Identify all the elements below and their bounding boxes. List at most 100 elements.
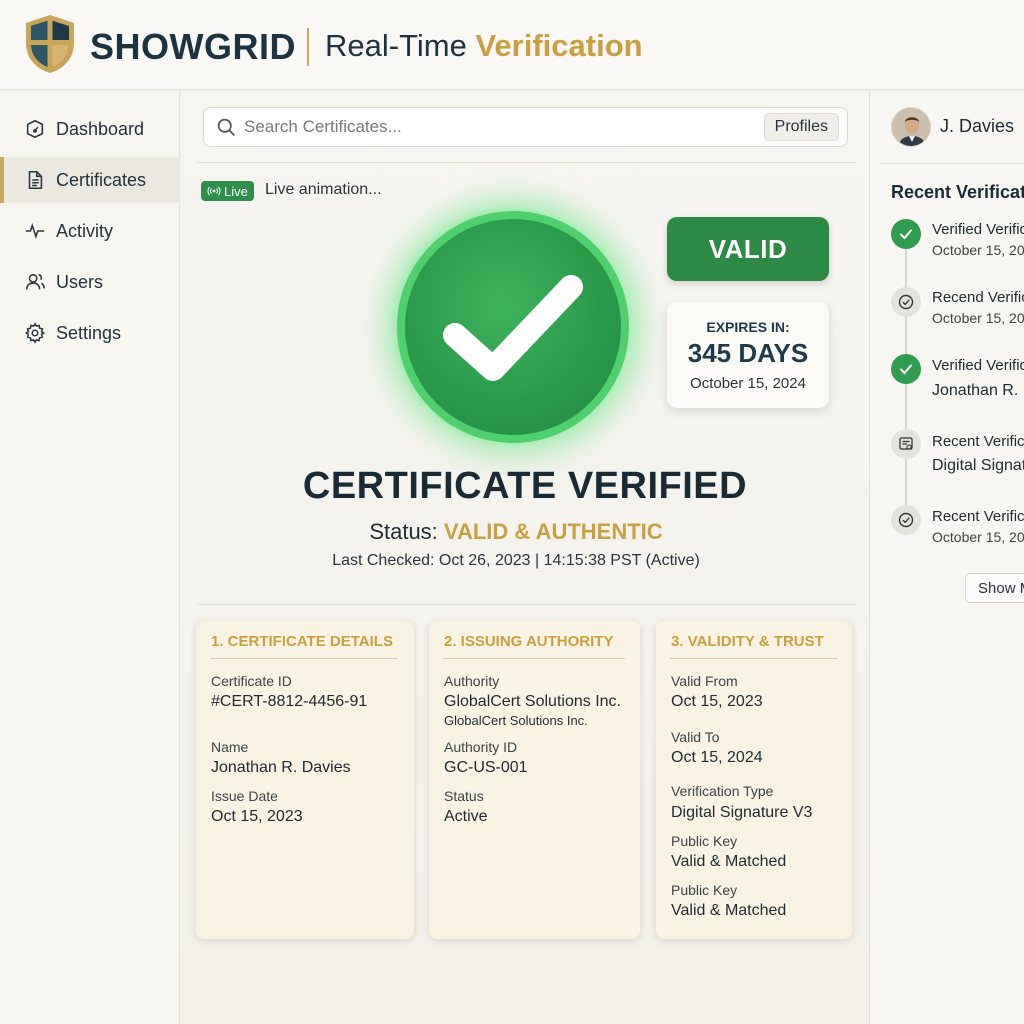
status-value: VALID & AUTHENTIC — [443, 519, 663, 544]
public-key-value: Valid & Matched — [671, 853, 787, 870]
live-badge: Live — [201, 181, 254, 201]
expiry-date: October 15, 2024 — [690, 375, 806, 392]
show-more-button[interactable]: Show More — [965, 573, 1024, 603]
field-label: Public Key — [671, 833, 738, 849]
sidebar-item-users[interactable]: Users — [0, 259, 180, 305]
timeline-item-title[interactable]: Verified Verification — [932, 221, 1024, 238]
check-badge-icon — [891, 505, 921, 535]
search-icon — [217, 118, 235, 136]
check-circle-icon — [891, 354, 921, 384]
sidebar-item-label: Activity — [56, 220, 114, 241]
app-header: SHOWGRID Real-Time Verification — [0, 0, 1024, 90]
document-icon — [28, 170, 43, 190]
field-label: Status — [444, 788, 484, 804]
public-key-value: Valid & Matched — [671, 902, 787, 919]
right-panel: J. Davies Recent Verifications Verified … — [869, 91, 1024, 1024]
divider — [197, 162, 857, 163]
name-value: Jonathan R. Davies — [211, 759, 351, 776]
certificate-id-value: #CERT-8812-4456-91 — [211, 693, 368, 710]
brand-subtitle-plain: Real-Time — [325, 28, 467, 63]
expiry-label: EXPIRES IN: — [706, 319, 790, 335]
live-animation-text: Live animation... — [265, 181, 382, 198]
certificate-verified-title: CERTIFICATE VERIFIED — [302, 465, 748, 507]
status-line: Status: VALID & AUTHENTIC — [181, 519, 851, 545]
verified-check-badge — [397, 211, 629, 443]
avatar[interactable] — [891, 107, 931, 147]
sidebar: Dashboard Certificates Activity Users Se… — [0, 91, 180, 1024]
sidebar-item-settings[interactable]: Settings — [0, 310, 180, 356]
main-content: Profiles Live Live animation... VALID EX… — [181, 91, 869, 1024]
divider — [880, 163, 1024, 164]
users-icon — [25, 273, 45, 290]
divider — [197, 604, 857, 605]
recent-verifications-title: Recent Verifications — [891, 182, 1024, 202]
sidebar-item-label: Users — [56, 271, 104, 292]
check-circle-icon — [891, 219, 921, 249]
verification-type-value: Digital Signature V3 — [671, 804, 813, 821]
timeline-item-title[interactable]: Recent Verification — [932, 433, 1024, 450]
card-title: 1. CERTIFICATE DETAILS — [211, 633, 393, 650]
issue-date-value: Oct 15, 2023 — [211, 808, 303, 825]
brand-subtitle: Real-Time Verification — [325, 28, 643, 64]
brand-name: SHOWGRID — [90, 26, 296, 67]
checkmark-icon — [443, 275, 583, 381]
timeline-item-title[interactable]: Recend Verification — [932, 289, 1024, 306]
field-label: Certificate ID — [211, 673, 292, 689]
search-bar: Profiles — [203, 107, 848, 147]
shield-logo-icon[interactable] — [22, 13, 78, 75]
authority-status-value: Active — [444, 808, 488, 825]
certificate-icon — [891, 429, 921, 459]
sidebar-item-label: Settings — [56, 322, 122, 343]
timeline-item-date: October 15, 2024 — [932, 310, 1024, 326]
sidebar-item-activity[interactable]: Activity — [0, 208, 180, 254]
card-divider — [670, 658, 838, 659]
activity-pulse-icon — [25, 223, 45, 239]
timeline-item-subtitle: Digital Signature — [932, 457, 1024, 474]
last-checked-text: Last Checked: Oct 26, 2023 | 14:15:38 PS… — [332, 552, 700, 569]
gear-icon — [24, 322, 46, 344]
sidebar-item-label: Certificates — [56, 169, 147, 190]
timeline-item-date: October 15, 2024 — [932, 242, 1024, 258]
search-input[interactable] — [244, 113, 754, 141]
authority-id-value: GC-US-001 — [444, 759, 528, 776]
validity-trust-card: 3. VALIDITY & TRUST Valid From Oct 15, 2… — [656, 621, 852, 939]
brand-subtitle-accent: Verification — [475, 28, 643, 63]
valid-status-badge: VALID — [667, 217, 829, 281]
card-divider — [443, 658, 625, 659]
timeline-item-date: October 15, 2024 — [932, 529, 1024, 545]
sidebar-item-certificates[interactable]: Certificates — [0, 157, 180, 203]
issuing-authority-card: 2. ISSUING AUTHORITY Authority GlobalCer… — [429, 621, 640, 939]
sidebar-item-dashboard[interactable]: Dashboard — [0, 106, 180, 152]
live-badge-label: Live — [224, 183, 248, 199]
user-name[interactable]: J. Davies — [940, 116, 1014, 137]
field-label: Public Key — [671, 882, 738, 898]
dashboard-gauge-icon — [26, 119, 44, 139]
brand-divider — [307, 28, 309, 66]
field-label: Valid From — [671, 673, 738, 689]
status-prefix: Status: — [369, 519, 438, 544]
field-label: Issue Date — [211, 788, 278, 804]
card-title: 3. VALIDITY & TRUST — [671, 633, 824, 650]
profiles-button[interactable]: Profiles — [763, 113, 839, 141]
expiry-card: EXPIRES IN: 345 DAYS October 15, 2024 — [667, 302, 829, 408]
field-label: Valid To — [671, 729, 720, 745]
field-label: Authority ID — [444, 739, 518, 755]
valid-from-value: Oct 15, 2023 — [671, 693, 763, 710]
authority-value: GlobalCert Solutions Inc. — [444, 693, 621, 710]
broadcast-icon — [207, 186, 221, 196]
field-label: Verification Type — [671, 783, 774, 799]
certificate-details-card: 1. CERTIFICATE DETAILS Certificate ID #C… — [196, 621, 414, 939]
timeline-item-title[interactable]: Recent Verification — [932, 508, 1024, 525]
sidebar-item-label: Dashboard — [56, 118, 145, 139]
valid-to-value: Oct 15, 2024 — [671, 749, 763, 766]
card-title: 2. ISSUING AUTHORITY — [444, 633, 614, 650]
timeline-item-subtitle: Jonathan R. Davies — [932, 382, 1024, 399]
field-label: Name — [211, 739, 249, 755]
timeline-item-title[interactable]: Verified Verification — [932, 357, 1024, 374]
expiry-days: 345 DAYS — [687, 338, 809, 368]
authority-subvalue: GlobalCert Solutions Inc. — [444, 713, 588, 728]
field-label: Authority — [444, 673, 500, 689]
card-divider — [210, 658, 398, 659]
user-portrait-icon — [892, 108, 930, 146]
check-badge-icon — [891, 287, 921, 317]
